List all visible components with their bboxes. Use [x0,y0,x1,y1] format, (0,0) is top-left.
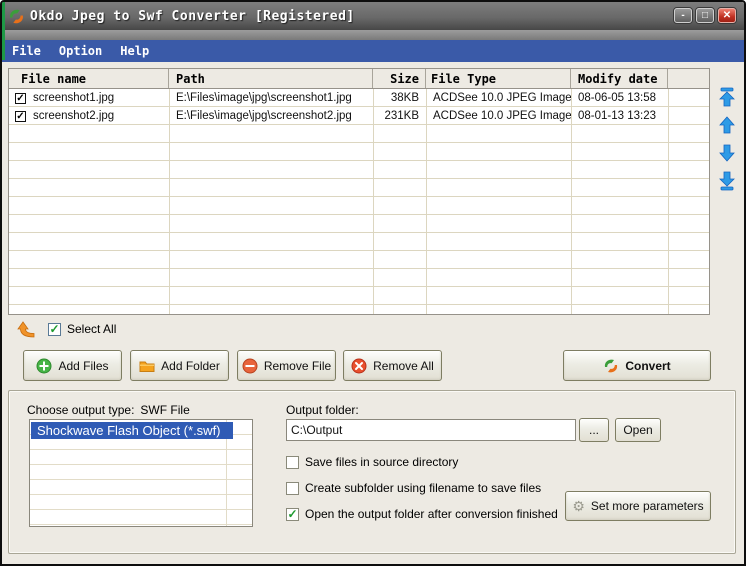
table-row[interactable]: ✓ screenshot2.jpg E:\Files\image\jpg\scr… [9,107,709,125]
add-folder-button[interactable]: Add Folder [130,350,229,381]
cell-path: E:\Files\image\jpg\screenshot1.jpg [176,92,352,104]
reorder-arrows [716,86,740,192]
close-button[interactable]: ✕ [718,8,736,23]
convert-button[interactable]: Convert [563,350,711,381]
choose-output-type-label: Choose output type: SWF File [27,403,190,417]
browse-button[interactable]: ... [579,418,609,442]
cell-modifydate: 08-01-13 13:23 [578,110,657,122]
cell-path: E:\Files\image\jpg\screenshot2.jpg [176,110,352,122]
menu-help[interactable]: Help [120,44,149,58]
select-all-label: Select All [67,322,117,336]
move-up-icon[interactable] [716,114,738,136]
output-type-value: SWF File [140,403,190,417]
column-header-extra [668,69,709,88]
window-edge-accent [2,2,5,60]
window-title: Okdo Jpeg to Swf Converter [Registered] [30,8,355,24]
gear-icon: ⚙ [572,498,585,514]
output-options-group: Choose output type: SWF File Shockwave Fl… [8,390,736,554]
output-folder-label: Output folder: [286,403,359,417]
minimize-button[interactable]: - [674,8,692,23]
menu-file[interactable]: File [12,44,41,58]
save-source-label: Save files in source directory [305,455,459,469]
move-bottom-icon[interactable] [716,170,738,192]
app-window: Okdo Jpeg to Swf Converter [Registered] … [0,0,746,566]
select-all-row: ✓ Select All [16,320,116,338]
row-checkbox[interactable]: ✓ [15,110,26,122]
open-button[interactable]: Open [615,418,661,442]
move-top-icon[interactable] [716,86,738,108]
table-body: ✓ screenshot1.jpg E:\Files\image\jpg\scr… [9,89,709,314]
open-after-checkbox[interactable]: ✓ [286,507,299,521]
open-after-checkbox-row: ✓ Open the output folder after conversio… [286,507,558,521]
column-header-filetype[interactable]: File Type [426,69,571,88]
cell-modifydate: 08-06-05 13:58 [578,92,657,104]
set-more-parameters-button[interactable]: ⚙ Set more parameters [565,491,711,521]
format-list-item-selected[interactable]: Shockwave Flash Object (*.swf) [31,422,233,439]
remove-file-button[interactable]: Remove File [237,350,336,381]
create-subfolder-label: Create subfolder using filename to save … [305,481,542,495]
table-row[interactable]: ✓ screenshot1.jpg E:\Files\image\jpg\scr… [9,89,709,107]
create-subfolder-checkbox-row: ✓ Create subfolder using filename to sav… [286,481,541,495]
cell-filename: screenshot2.jpg [33,110,115,122]
up-level-arrow-icon [17,321,35,338]
output-folder-input[interactable] [286,419,576,441]
save-source-checkbox-row: ✓ Save files in source directory [286,455,458,469]
title-bar-strip [2,30,744,40]
menu-option[interactable]: Option [59,44,102,58]
cell-filetype: ACDSee 10.0 JPEG Image [433,92,571,104]
select-all-checkbox[interactable]: ✓ [48,322,61,336]
column-header-path[interactable]: Path [169,69,373,88]
add-files-button[interactable]: Add Files [23,350,122,381]
row-checkbox[interactable]: ✓ [15,92,26,104]
folder-icon [139,361,155,372]
file-list-table: File name Path Size File Type Modify dat… [8,68,710,315]
maximize-button[interactable]: □ [696,8,714,23]
remove-icon [242,358,258,373]
cell-size: 231KB [384,110,419,122]
menu-bar: File Option Help [2,40,744,62]
open-after-label: Open the output folder after conversion … [305,507,558,521]
column-header-size[interactable]: Size [373,69,426,88]
title-bar[interactable]: Okdo Jpeg to Swf Converter [Registered] … [2,2,744,30]
remove-all-icon [351,358,367,373]
cell-size: 38KB [390,92,419,104]
cell-filename: screenshot1.jpg [33,92,115,104]
remove-all-button[interactable]: Remove All [343,350,442,381]
app-logo-icon [9,9,24,23]
output-format-list[interactable]: Shockwave Flash Object (*.swf) [29,419,253,527]
move-down-icon[interactable] [716,142,738,164]
create-subfolder-checkbox[interactable]: ✓ [286,481,299,495]
add-icon [36,358,52,373]
column-header-modifydate[interactable]: Modify date [571,69,668,88]
save-source-checkbox[interactable]: ✓ [286,455,299,469]
table-header: File name Path Size File Type Modify dat… [9,69,709,89]
convert-icon [605,359,618,372]
cell-filetype: ACDSee 10.0 JPEG Image [433,110,571,122]
column-header-filename[interactable]: File name [9,69,169,88]
